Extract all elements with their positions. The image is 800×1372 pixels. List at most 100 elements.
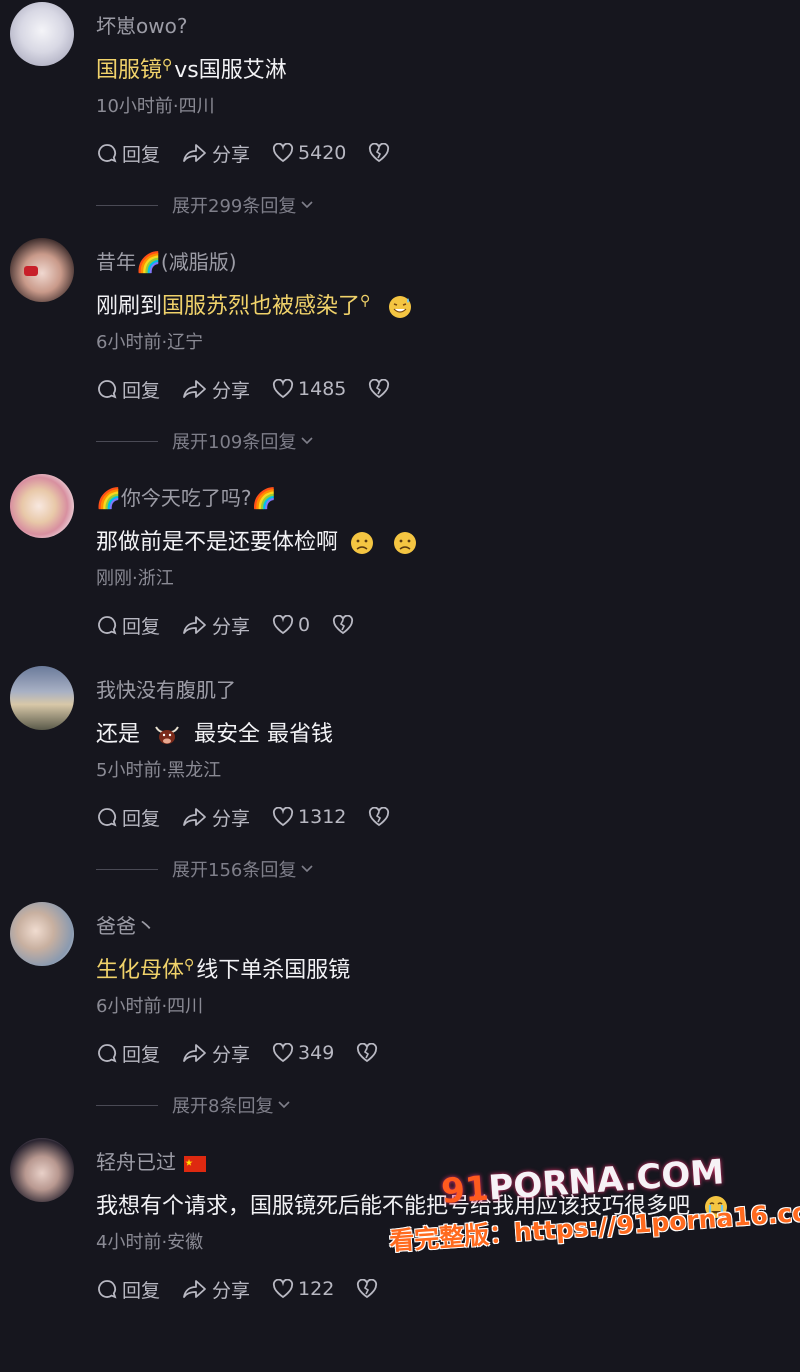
- like-button[interactable]: 122: [272, 1278, 334, 1300]
- username[interactable]: 🌈你今天吃了吗?🌈: [96, 482, 276, 511]
- username[interactable]: 爸爸丶: [96, 910, 156, 939]
- reply-label: 回复: [122, 1279, 161, 1302]
- topic-link[interactable]: 国服苏烈也被感染了: [162, 294, 360, 319]
- divider: [96, 440, 158, 442]
- action-bar: 回复 分享 1312: [96, 804, 416, 830]
- like-count: 1485: [298, 378, 347, 400]
- expand-replies-label: 展开156条回复: [172, 860, 297, 881]
- comment-text-part: 那做前是不是还要体检啊: [96, 530, 339, 555]
- avatar[interactable]: [10, 238, 74, 302]
- broken-heart-icon: [333, 615, 354, 635]
- comment-text: 国服镜⚲vs国服艾淋: [96, 52, 287, 84]
- topic-link[interactable]: 生化母体: [96, 958, 184, 983]
- like-button[interactable]: 349: [272, 1042, 334, 1064]
- like-count: 0: [298, 614, 311, 636]
- share-label: 分享: [212, 379, 251, 402]
- disappointed-emoji: [351, 532, 374, 554]
- disappointed-emoji: [394, 532, 417, 554]
- share-icon: [183, 808, 206, 826]
- reply-button[interactable]: 回复: [96, 612, 160, 639]
- comment-item: 爸爸丶 生化母体⚲线下单杀国服镜 6小时前·四川 回复 分享 349 展开8条回…: [0, 900, 800, 1136]
- comment-text-part: vs国服艾淋: [174, 58, 287, 83]
- dislike-button[interactable]: [356, 1043, 382, 1063]
- expand-replies[interactable]: 展开8条回复: [96, 1092, 291, 1118]
- avatar[interactable]: [10, 2, 74, 66]
- share-label: 分享: [212, 1279, 251, 1302]
- username[interactable]: 我快没有腹肌了: [96, 674, 236, 703]
- ox-emoji: [155, 726, 179, 744]
- share-icon: [183, 1280, 206, 1298]
- expand-replies-label: 展开8条回复: [172, 1096, 274, 1117]
- heart-icon: [272, 615, 294, 635]
- expand-replies[interactable]: 展开109条回复: [96, 428, 314, 454]
- timestamp-location: 4小时前·安徽: [96, 1232, 204, 1253]
- share-button[interactable]: 分享: [182, 376, 250, 403]
- heart-icon: [272, 379, 294, 399]
- chevron-down-icon: [301, 865, 313, 873]
- expand-replies[interactable]: 展开299条回复: [96, 192, 314, 218]
- reply-icon: [98, 1044, 117, 1063]
- chevron-down-icon: [301, 437, 313, 445]
- like-button[interactable]: 1485: [272, 378, 346, 400]
- dislike-button[interactable]: [368, 807, 394, 827]
- share-button[interactable]: 分享: [182, 1040, 250, 1067]
- reply-button[interactable]: 回复: [96, 1040, 160, 1067]
- like-button[interactable]: 0: [272, 614, 310, 636]
- comment-text-part: 还是: [96, 722, 141, 747]
- like-count: 5420: [298, 142, 347, 164]
- search-icon: ⚲: [360, 293, 371, 309]
- sweat-smile-emoji: [389, 296, 412, 318]
- timestamp-location: 6小时前·辽宁: [96, 332, 204, 353]
- reply-label: 回复: [122, 379, 161, 402]
- username[interactable]: 轻舟已过: [96, 1146, 207, 1175]
- dislike-button[interactable]: [368, 143, 394, 163]
- username[interactable]: 昔年🌈(减脂版): [96, 246, 237, 275]
- like-button[interactable]: 1312: [272, 806, 346, 828]
- comment-text-part: 刚刷到: [96, 294, 163, 319]
- dislike-button[interactable]: [332, 615, 358, 635]
- heart-icon: [272, 807, 294, 827]
- share-button[interactable]: 分享: [182, 140, 250, 167]
- share-icon: [183, 616, 206, 634]
- reply-label: 回复: [122, 143, 161, 166]
- reply-label: 回复: [122, 615, 161, 638]
- reply-button[interactable]: 回复: [96, 140, 160, 167]
- share-button[interactable]: 分享: [182, 1276, 250, 1303]
- divider: [96, 204, 158, 206]
- reply-button[interactable]: 回复: [96, 1276, 160, 1303]
- share-button[interactable]: 分享: [182, 612, 250, 639]
- broken-heart-icon: [369, 379, 390, 399]
- dislike-button[interactable]: [368, 379, 394, 399]
- dislike-button[interactable]: [356, 1279, 382, 1299]
- avatar[interactable]: [10, 902, 74, 966]
- username[interactable]: 坏崽owo?: [96, 10, 187, 39]
- reply-icon: [98, 380, 117, 399]
- timestamp-location: 6小时前·四川: [96, 996, 204, 1017]
- comment-item: 我快没有腹肌了 还是 最安全 最省钱 5小时前·黑龙江 回复 分享 1312 展…: [0, 664, 800, 900]
- avatar[interactable]: [10, 666, 74, 730]
- comment-text-part: 最安全 最省钱: [194, 722, 334, 747]
- avatar[interactable]: [10, 474, 74, 538]
- reply-button[interactable]: 回复: [96, 804, 160, 831]
- comment-text: 刚刷到国服苏烈也被感染了⚲: [96, 288, 413, 320]
- comment-item: 昔年🌈(减脂版) 刚刷到国服苏烈也被感染了⚲ 6小时前·辽宁 回复 分享 148…: [0, 236, 800, 472]
- reply-label: 回复: [122, 1043, 161, 1066]
- reply-icon: [98, 144, 117, 163]
- like-button[interactable]: 5420: [272, 142, 346, 164]
- reply-button[interactable]: 回复: [96, 376, 160, 403]
- reply-icon: [98, 808, 117, 827]
- comment-text: 生化母体⚲线下单杀国服镜: [96, 952, 350, 984]
- comment-text: 那做前是不是还要体检啊: [96, 524, 418, 556]
- avatar-mark: [24, 266, 38, 276]
- avatar[interactable]: [10, 1138, 74, 1202]
- chevron-down-icon: [278, 1101, 291, 1109]
- china-flag-icon: [184, 1155, 207, 1172]
- expand-replies[interactable]: 展开156条回复: [96, 856, 314, 882]
- like-count: 122: [298, 1278, 335, 1300]
- share-label: 分享: [212, 143, 251, 166]
- broken-heart-icon: [357, 1279, 378, 1299]
- share-button[interactable]: 分享: [182, 804, 250, 831]
- broken-heart-icon: [369, 807, 390, 827]
- topic-link[interactable]: 国服镜: [96, 58, 162, 83]
- action-bar: 回复 分享 1485: [96, 376, 416, 402]
